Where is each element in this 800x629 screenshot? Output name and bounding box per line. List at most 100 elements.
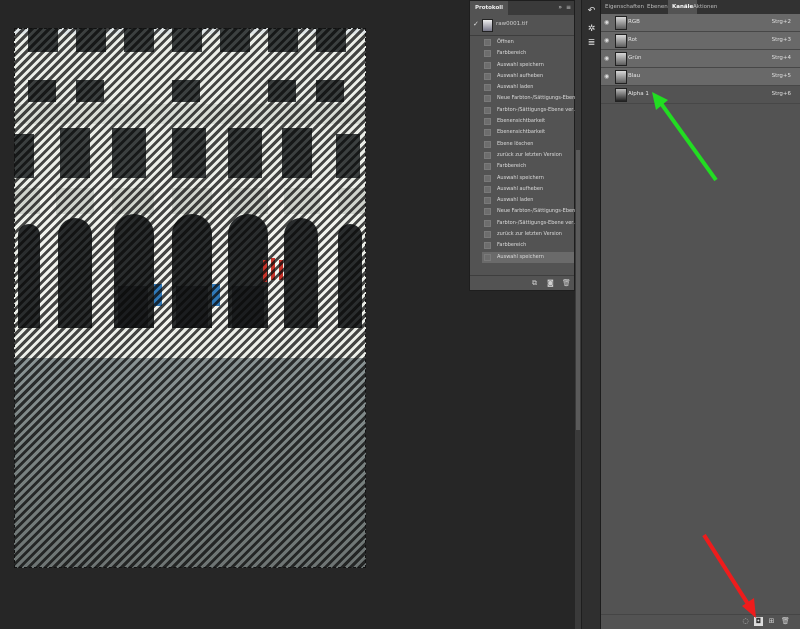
eye-icon[interactable]: ◉ <box>604 55 609 62</box>
history-state-item[interactable]: Farbbereich <box>482 240 574 251</box>
save-selection-as-channel-icon[interactable]: ◘ <box>754 617 763 626</box>
history-panel-icon[interactable]: ↶ <box>586 6 597 17</box>
tab-history[interactable]: Protokoll <box>470 1 508 15</box>
history-state-item[interactable]: Auswahl aufheben <box>482 184 574 195</box>
history-state-label: Farbbereich <box>497 163 527 170</box>
camera-icon[interactable]: ◙ <box>547 279 554 287</box>
history-state-icon <box>484 84 491 92</box>
load-channel-as-selection-icon[interactable]: ◌ <box>741 617 750 626</box>
channel-row[interactable]: Alpha 1 Strg+6 <box>601 86 800 104</box>
history-state-label: Farbbereich <box>497 50 527 57</box>
right-panel-tabbar: Eigenschaften Ebenen Kanäle Aktionen <box>601 0 800 14</box>
history-state-item[interactable]: zurück zur letzten Version <box>482 150 574 161</box>
document-canvas[interactable] <box>14 28 366 568</box>
channel-name: Rot <box>628 37 638 43</box>
snapshot-label: raw0001.tif <box>496 21 528 27</box>
history-state-item[interactable]: Öffnen <box>482 37 574 48</box>
channel-row[interactable]: ◉ Rot Strg+3 <box>601 32 800 50</box>
history-state-icon <box>484 95 491 103</box>
properties-panel-icon[interactable]: ✲ <box>586 24 597 35</box>
channel-name: Blau <box>628 73 641 79</box>
history-state-label: Auswahl speichern <box>497 253 544 260</box>
history-state-icon <box>484 118 491 126</box>
channels-footer: ◌ ◘ ⊞ 🗑 <box>601 614 800 629</box>
trash-icon[interactable]: 🗑 <box>562 279 571 287</box>
history-state-label: zurück zur letzten Version <box>497 231 562 238</box>
layers-panel-icon[interactable]: ≣ <box>586 38 597 49</box>
history-state-item[interactable]: Ebene löschen <box>482 139 574 150</box>
history-state-icon <box>484 72 491 80</box>
history-state-item[interactable]: Ebenensichtbarkeit <box>482 127 574 138</box>
history-snapshot[interactable]: ✓ raw0001.tif <box>470 15 574 36</box>
history-state-icon <box>484 185 491 193</box>
channel-name: Grün <box>628 55 642 61</box>
history-state-item[interactable]: Auswahl laden <box>482 195 574 206</box>
history-state-item[interactable]: Auswahl laden <box>482 82 574 93</box>
history-state-item[interactable]: Auswahl speichern <box>482 251 574 263</box>
snapshot-thumbnail <box>482 19 493 32</box>
channel-row[interactable]: ◉ RGB Strg+2 <box>601 14 800 32</box>
history-brush-icon[interactable]: ✓ <box>473 20 479 28</box>
history-state-label: Ebene löschen <box>497 140 534 147</box>
channel-name: RGB <box>628 19 640 25</box>
history-state-icon <box>484 140 491 148</box>
history-state-icon <box>484 231 491 239</box>
history-state-label: Auswahl speichern <box>497 61 544 68</box>
history-state-label: Auswahl aufheben <box>497 72 544 79</box>
channel-thumbnail <box>615 88 627 102</box>
history-state-icon <box>484 174 491 182</box>
history-tabbar: Protokoll » ≡ <box>470 1 574 15</box>
eye-icon[interactable]: ◉ <box>604 37 609 44</box>
tab-properties[interactable]: Eigenschaften <box>601 0 648 14</box>
history-state-icon <box>484 61 491 69</box>
history-state-label: Öffnen <box>497 39 514 45</box>
panel-icon-strip: ↶ ✲ ≣ <box>581 0 601 629</box>
history-state-icon <box>484 219 491 227</box>
history-state-item[interactable]: Neue Farbton-/Sättigungs-Ebene <box>482 93 578 104</box>
history-state-icon <box>484 163 491 171</box>
history-state-label: Ebenensichtbarkeit <box>497 118 546 125</box>
channel-thumbnail <box>615 16 627 30</box>
tab-actions[interactable]: Aktionen <box>689 0 721 14</box>
history-state-item[interactable]: zurück zur letzten Version <box>482 229 574 240</box>
eye-icon[interactable]: ◉ <box>604 73 609 80</box>
history-footer: ⧉ ◙ 🗑 <box>470 275 574 290</box>
history-state-label: Farbton-/Sättigungs-Ebene ver… <box>497 106 579 113</box>
history-state-label: Auswahl laden <box>497 84 534 91</box>
history-state-icon <box>484 253 491 261</box>
panel-menu-icon[interactable]: ≡ <box>566 4 571 11</box>
history-state-label: Farbton-/Sättigungs-Ebene ver… <box>497 219 579 226</box>
eye-icon[interactable]: ◉ <box>604 19 609 26</box>
history-state-item[interactable]: Farbton-/Sättigungs-Ebene ver… <box>482 218 578 229</box>
channel-shortcut: Strg+6 <box>771 91 791 97</box>
channel-shortcut: Strg+3 <box>771 37 791 43</box>
channel-thumbnail <box>615 70 627 84</box>
history-state-list: Öffnen Farbbereich Auswahl speichern Auswah… <box>482 37 578 263</box>
collapse-icon[interactable]: » <box>558 4 562 11</box>
history-state-item[interactable]: Auswahl aufheben <box>482 71 574 82</box>
channel-shortcut: Strg+4 <box>771 55 791 61</box>
new-channel-icon[interactable]: ⊞ <box>767 617 776 626</box>
history-state-item[interactable]: Farbbereich <box>482 161 574 172</box>
history-panel: Protokoll » ≡ ✓ raw0001.tif Öffnen Farbbe… <box>469 0 578 291</box>
history-state-item[interactable]: Auswahl speichern <box>482 60 574 71</box>
history-state-item[interactable]: Farbton-/Sättigungs-Ebene ver… <box>482 105 578 116</box>
channel-row[interactable]: ◉ Grün Strg+4 <box>601 50 800 68</box>
history-state-icon <box>484 39 491 46</box>
history-state-label: Auswahl speichern <box>497 174 544 181</box>
history-state-label: Auswahl aufheben <box>497 185 544 192</box>
scrollbar-thumb[interactable] <box>576 150 580 430</box>
channel-row[interactable]: ◉ Blau Strg+5 <box>601 68 800 86</box>
history-state-item[interactable]: Farbbereich <box>482 48 574 59</box>
history-state-icon <box>484 197 491 205</box>
channels-panel: Eigenschaften Ebenen Kanäle Aktionen ◉ RG… <box>600 0 800 629</box>
trash-icon[interactable]: 🗑 <box>781 617 790 626</box>
history-state-item[interactable]: Neue Farbton-/Sättigungs-Ebene <box>482 206 578 217</box>
channel-shortcut: Strg+2 <box>771 19 791 25</box>
history-state-label: Auswahl laden <box>497 197 534 204</box>
channel-thumbnail <box>615 52 627 66</box>
history-state-item[interactable]: Auswahl speichern <box>482 173 574 184</box>
selection-border <box>14 28 366 568</box>
history-state-item[interactable]: Ebenensichtbarkeit <box>482 116 574 127</box>
new-document-from-state-icon[interactable]: ⧉ <box>532 279 537 288</box>
